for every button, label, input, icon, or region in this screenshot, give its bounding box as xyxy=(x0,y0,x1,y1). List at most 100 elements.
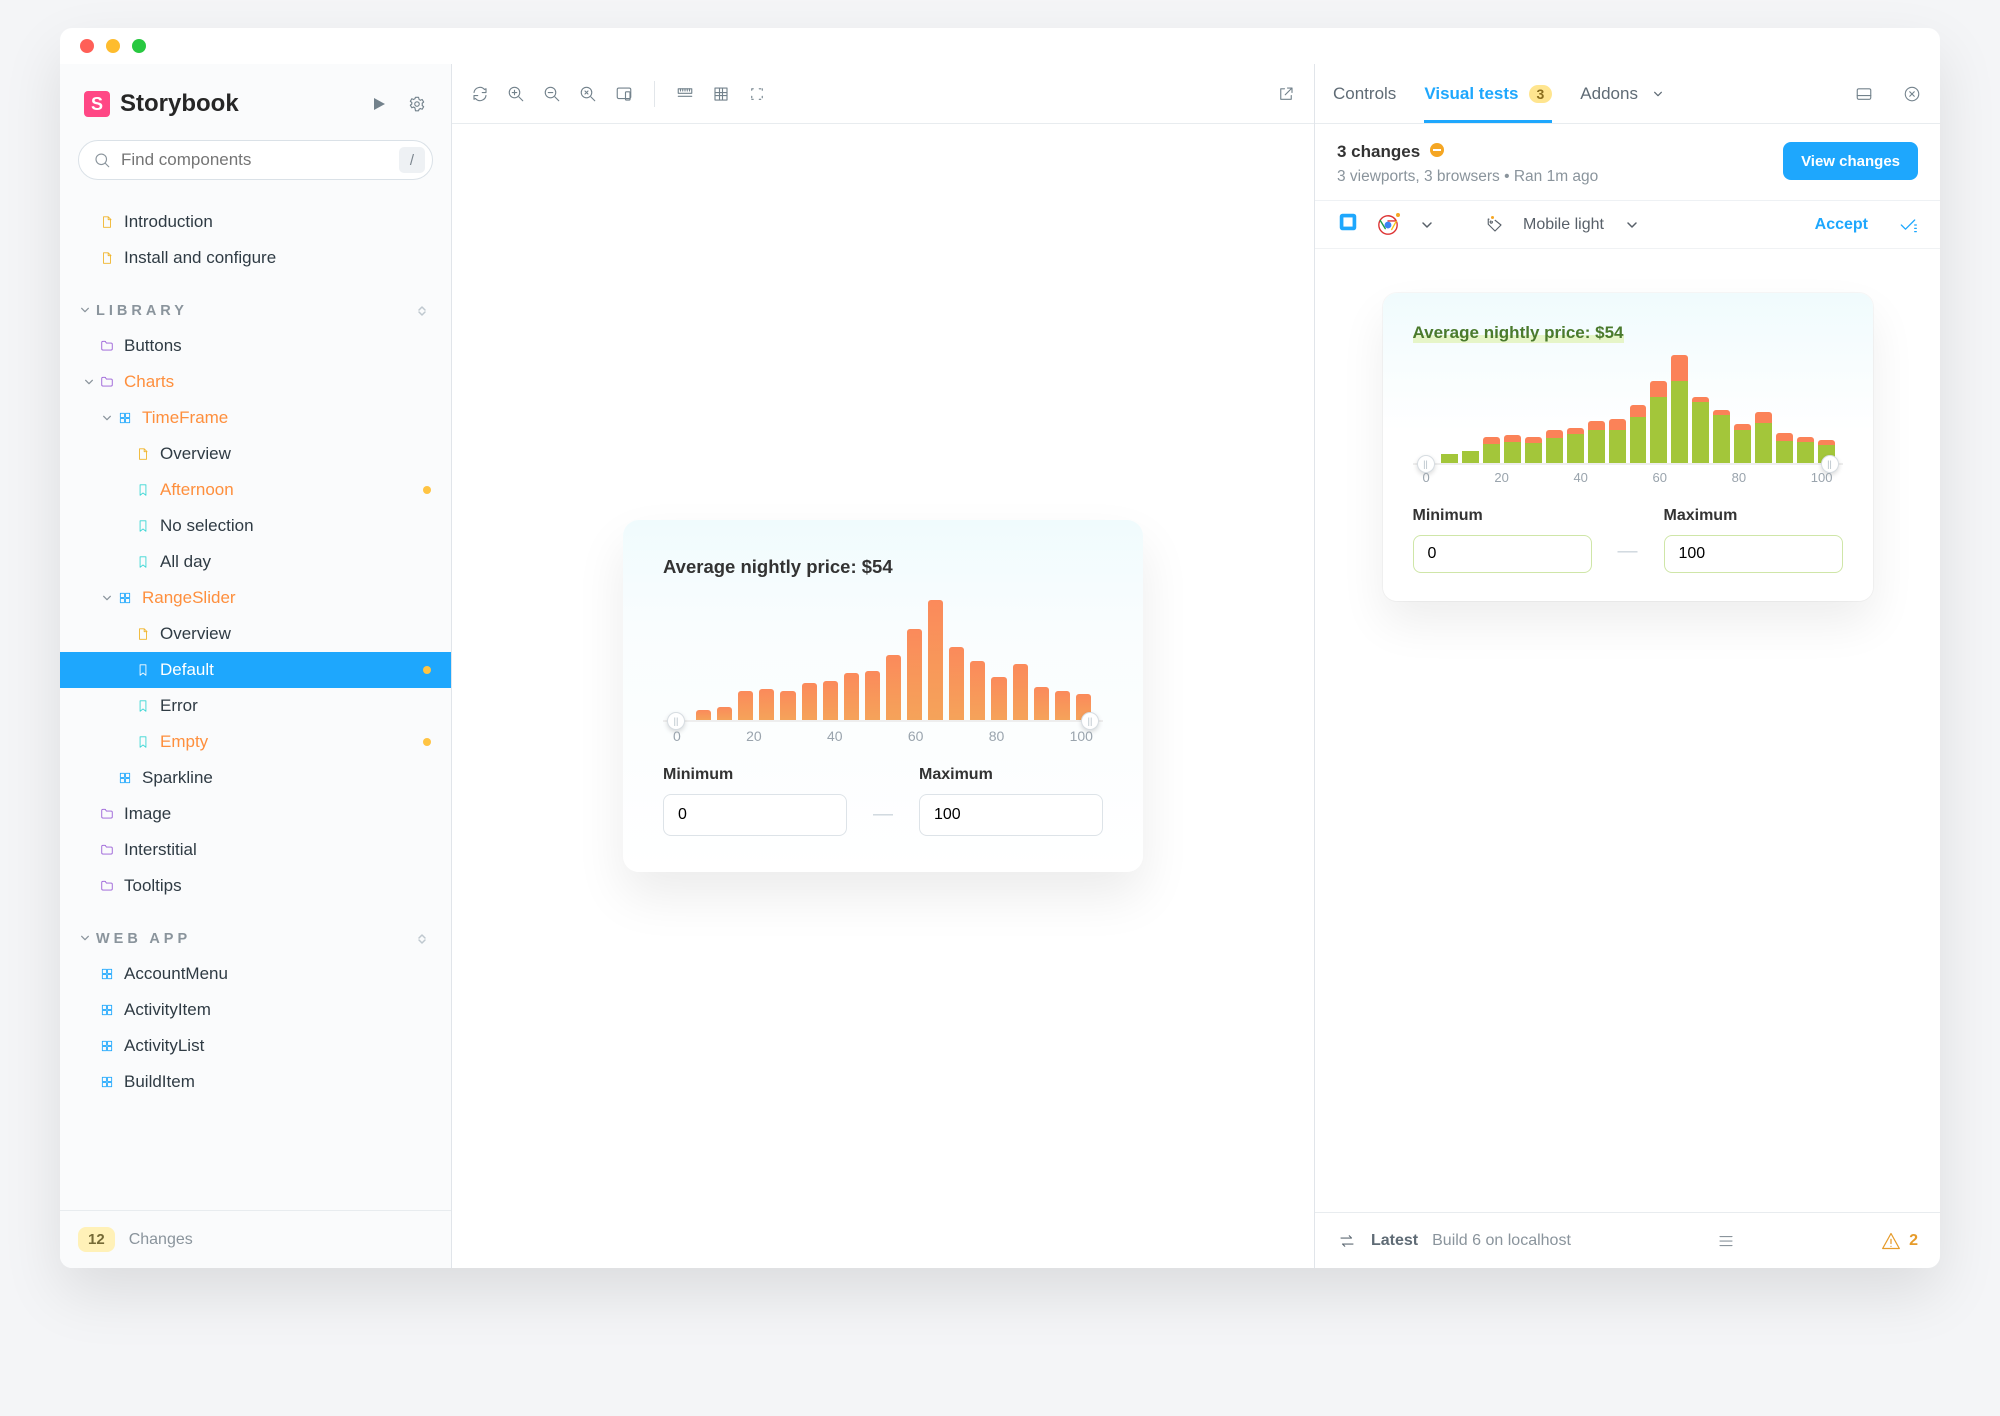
zoom-in-icon[interactable] xyxy=(506,84,526,104)
max-label: Maximum xyxy=(1664,507,1843,525)
chevron-down-icon[interactable] xyxy=(1417,215,1437,235)
panel-icon[interactable] xyxy=(1854,84,1874,104)
gear-icon[interactable] xyxy=(407,94,427,114)
sidebar-footer[interactable]: 12 Changes xyxy=(60,1210,451,1268)
chevron-down-icon[interactable] xyxy=(1622,215,1642,235)
sidebar-item-no-selection[interactable]: No selection xyxy=(60,508,451,544)
sidebar-item-introduction[interactable]: Introduction xyxy=(60,204,451,240)
min-input[interactable] xyxy=(1413,535,1592,573)
sidebar-item-default[interactable]: Default xyxy=(60,652,451,688)
chart-bar xyxy=(1776,433,1793,463)
warnings-badge[interactable]: 2 xyxy=(1881,1231,1918,1251)
sidebar-item-buttons[interactable]: Buttons xyxy=(60,328,451,364)
batch-accept-icon[interactable] xyxy=(1898,215,1918,235)
close-icon[interactable] xyxy=(1902,84,1922,104)
chart-bar xyxy=(1713,410,1730,463)
sidebar-item-builditem[interactable]: BuildItem xyxy=(60,1064,451,1100)
sort-icon[interactable] xyxy=(413,302,431,320)
addons-footer: Latest Build 6 on localhost 2 xyxy=(1315,1212,1940,1268)
sidebar-item-rangeslider[interactable]: RangeSlider xyxy=(60,580,451,616)
sidebar-item-error[interactable]: Error xyxy=(60,688,451,724)
open-external-icon[interactable] xyxy=(1276,84,1296,104)
grid-icon[interactable] xyxy=(711,84,731,104)
cmp-icon xyxy=(98,965,116,983)
zoom-out-icon[interactable] xyxy=(542,84,562,104)
sidebar: S Storybook / IntroductionInstall and co… xyxy=(60,64,452,1268)
search-input[interactable] xyxy=(78,140,433,180)
cmp-icon xyxy=(98,1073,116,1091)
max-label: Maximum xyxy=(919,766,1103,784)
sidebar-item-overview[interactable]: Overview xyxy=(60,436,451,472)
sidebar-item-afternoon[interactable]: Afternoon xyxy=(60,472,451,508)
sidebar-item-activitylist[interactable]: ActivityList xyxy=(60,1028,451,1064)
chart-bar xyxy=(907,629,922,720)
view-changes-button[interactable]: View changes xyxy=(1783,142,1918,180)
range-dash: — xyxy=(873,803,893,836)
app-title: Storybook xyxy=(120,90,239,118)
sidebar-item-all-day[interactable]: All day xyxy=(60,544,451,580)
tab-addons[interactable]: Addons xyxy=(1580,64,1668,123)
search-shortcut: / xyxy=(399,147,425,173)
sidebar-item-tooltips[interactable]: Tooltips xyxy=(60,868,451,904)
close-window-dot[interactable] xyxy=(80,39,94,53)
measure-icon[interactable] xyxy=(675,84,695,104)
sidebar-item-sparkline[interactable]: Sparkline xyxy=(60,760,451,796)
changes-title: 3 changes xyxy=(1337,142,1420,162)
chart-bar xyxy=(1734,424,1751,463)
bk-icon xyxy=(134,481,152,499)
build-label: Build 6 on localhost xyxy=(1432,1232,1571,1250)
sidebar-item-interstitial[interactable]: Interstitial xyxy=(60,832,451,868)
chevron-icon xyxy=(80,373,98,391)
section-library[interactable]: LIBRARY xyxy=(60,294,451,328)
max-input[interactable] xyxy=(919,794,1103,836)
minimize-window-dot[interactable] xyxy=(106,39,120,53)
range-dash: — xyxy=(1618,540,1638,573)
addons-panel: ControlsVisual tests3Addons 3 changes 3 … xyxy=(1315,64,1940,1268)
chart-bar xyxy=(928,600,943,720)
latest-label: Latest xyxy=(1371,1232,1418,1250)
sidebar-item-install-and-configure[interactable]: Install and configure xyxy=(60,240,451,276)
min-input[interactable] xyxy=(663,794,847,836)
section-web-app[interactable]: WEB APP xyxy=(60,922,451,956)
sidebar-item-activityitem[interactable]: ActivityItem xyxy=(60,992,451,1028)
sidebar-item-overview[interactable]: Overview xyxy=(60,616,451,652)
sidebar-item-accountmenu[interactable]: AccountMenu xyxy=(60,956,451,992)
settings-lines-icon[interactable] xyxy=(1716,1231,1736,1251)
chevron-icon xyxy=(98,409,116,427)
chart-bar xyxy=(1013,664,1028,720)
sort-icon[interactable] xyxy=(413,930,431,948)
folder-icon xyxy=(98,337,116,355)
outline-icon[interactable] xyxy=(747,84,767,104)
viewport-label[interactable]: Mobile light xyxy=(1523,216,1604,234)
sidebar-item-charts[interactable]: Charts xyxy=(60,364,451,400)
canvas-toolbar xyxy=(452,64,1314,124)
swap-icon[interactable] xyxy=(1337,1231,1357,1251)
viewport-icon[interactable] xyxy=(614,84,634,104)
chart-bar xyxy=(1546,430,1563,463)
accept-button[interactable]: Accept xyxy=(1815,216,1868,234)
chart-bar xyxy=(1567,428,1584,463)
doc-icon xyxy=(98,213,116,231)
change-dot-icon xyxy=(423,738,431,746)
play-icon[interactable] xyxy=(369,94,389,114)
diff-overlay-icon[interactable] xyxy=(1337,211,1359,238)
tab-visual-tests[interactable]: Visual tests3 xyxy=(1424,64,1552,123)
sidebar-item-image[interactable]: Image xyxy=(60,796,451,832)
max-input[interactable] xyxy=(1664,535,1843,573)
sidebar-item-timeframe[interactable]: TimeFrame xyxy=(60,400,451,436)
tab-controls[interactable]: Controls xyxy=(1333,64,1396,123)
bk-icon xyxy=(134,661,152,679)
maximize-window-dot[interactable] xyxy=(132,39,146,53)
folder-icon xyxy=(98,805,116,823)
chart-bar xyxy=(1483,437,1500,463)
sidebar-item-empty[interactable]: Empty xyxy=(60,724,451,760)
chevron-down-icon xyxy=(80,303,96,319)
zoom-reset-icon[interactable] xyxy=(578,84,598,104)
sync-icon[interactable] xyxy=(470,84,490,104)
chart-bar xyxy=(1441,454,1458,463)
min-label: Minimum xyxy=(663,766,847,784)
chrome-icon[interactable] xyxy=(1377,214,1399,236)
chart-bar xyxy=(1588,421,1605,463)
cmp-icon xyxy=(98,1001,116,1019)
chart-bar xyxy=(1630,405,1647,463)
